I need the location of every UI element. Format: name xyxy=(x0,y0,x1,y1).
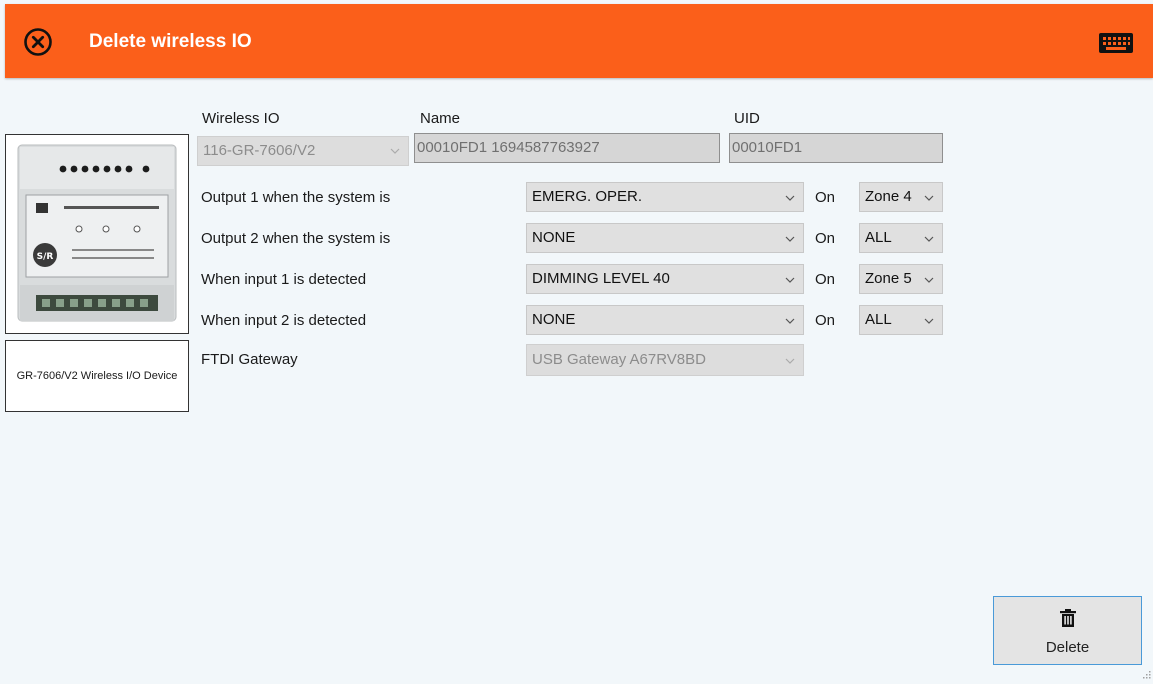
ftdi-gateway-label: FTDI Gateway xyxy=(201,351,298,368)
output-1-state-select[interactable]: EMERG. OPER. xyxy=(526,182,804,212)
device-image: S/R xyxy=(5,134,189,334)
chevron-down-icon xyxy=(785,277,795,283)
name-label: Name xyxy=(420,110,461,127)
trash-icon xyxy=(1060,609,1076,627)
output-1-label: Output 1 when the system is xyxy=(201,189,391,206)
chevron-down-icon xyxy=(924,195,934,201)
uid-label: UID xyxy=(734,110,760,127)
input-1-action-value: DIMMING LEVEL 40 xyxy=(532,270,670,287)
on-label: On xyxy=(815,312,836,329)
input-2-action-value: NONE xyxy=(532,311,576,328)
input-2-zone-select[interactable]: ALL xyxy=(859,305,943,335)
output-2-state-value: NONE xyxy=(532,229,576,246)
chevron-down-icon xyxy=(785,195,795,201)
page-title: Delete wireless IO xyxy=(89,31,252,52)
chevron-down-icon xyxy=(924,236,934,242)
output-2-state-select[interactable]: NONE xyxy=(526,223,804,253)
input-2-zone-value: ALL xyxy=(865,311,892,328)
uid-field: 00010FD1 xyxy=(729,133,943,163)
close-icon[interactable] xyxy=(23,27,53,57)
delete-label: Delete xyxy=(1045,639,1090,656)
input-2-label: When input 2 is detected xyxy=(201,312,367,329)
resize-grip-icon[interactable] xyxy=(1143,666,1151,679)
input-1-zone-select[interactable]: Zone 5 xyxy=(859,264,943,294)
on-label: On xyxy=(815,189,836,206)
chevron-down-icon xyxy=(924,277,934,283)
wireless-io-select: 116-GR-7606/V2 xyxy=(197,136,409,166)
input-1-action-select[interactable]: DIMMING LEVEL 40 xyxy=(526,264,804,294)
input-2-action-select[interactable]: NONE xyxy=(526,305,804,335)
name-field: 00010FD1 1694587763927 xyxy=(414,133,720,163)
output-2-zone-value: ALL xyxy=(865,229,892,246)
delete-button[interactable]: Delete xyxy=(993,596,1142,665)
output-1-zone-value: Zone 4 xyxy=(865,188,912,205)
chevron-down-icon xyxy=(390,148,400,154)
input-1-label: When input 1 is detected xyxy=(201,271,367,288)
wireless-io-value: 116-GR-7606/V2 xyxy=(203,142,316,159)
chevron-down-icon xyxy=(785,358,795,364)
chevron-down-icon xyxy=(785,236,795,242)
device-caption: GR-7606/V2 Wireless I/O Device xyxy=(5,340,189,412)
output-2-zone-select[interactable]: ALL xyxy=(859,223,943,253)
output-1-state-value: EMERG. OPER. xyxy=(532,188,643,205)
on-label: On xyxy=(815,230,836,247)
title-bar: Delete wireless IO xyxy=(5,4,1153,78)
wireless-io-label: Wireless IO xyxy=(202,110,280,127)
chevron-down-icon xyxy=(785,318,795,324)
chevron-down-icon xyxy=(924,318,934,324)
output-1-zone-select[interactable]: Zone 4 xyxy=(859,182,943,212)
keyboard-icon[interactable] xyxy=(1096,31,1136,55)
output-2-label: Output 2 when the system is xyxy=(201,230,391,247)
svg-text:S/R: S/R xyxy=(37,252,54,262)
ftdi-gateway-value: USB Gateway A67RV8BD xyxy=(532,351,706,368)
ftdi-gateway-select: USB Gateway A67RV8BD xyxy=(526,344,804,376)
input-1-zone-value: Zone 5 xyxy=(865,270,912,287)
on-label: On xyxy=(815,271,836,288)
